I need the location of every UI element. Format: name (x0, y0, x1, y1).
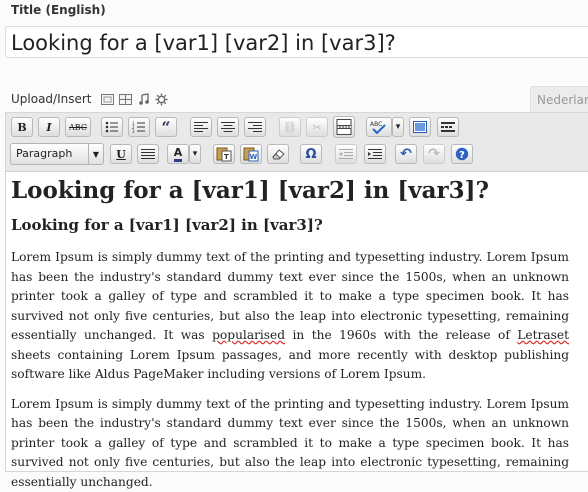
text-color-dropdown[interactable]: ▾ (189, 144, 201, 164)
align-right-button[interactable] (244, 117, 266, 137)
format-select-value: Paragraph (16, 147, 72, 160)
align-left-icon (194, 121, 208, 133)
numbered-list-button[interactable]: 123 (128, 117, 150, 137)
editor-content[interactable]: Looking for a [var1] [var2] in [var3]? L… (11, 174, 569, 492)
title-input[interactable]: Looking for a [var1] [var2] in [var3]? (5, 26, 588, 58)
svg-text:ABC: ABC (370, 121, 382, 128)
justify-button[interactable] (137, 144, 159, 164)
media-buttons: Upload/Insert (11, 91, 172, 107)
paste-word-button[interactable]: W (240, 144, 262, 164)
align-right-icon (248, 121, 262, 133)
kitchen-sink-icon (441, 121, 455, 133)
unlink-icon: ✂ (312, 121, 321, 134)
spellcheck-dropdown[interactable]: ▾ (392, 117, 404, 137)
blockquote-icon: “ (161, 118, 170, 137)
redo-button[interactable]: ↷ (423, 144, 445, 164)
strikethrough-icon: ABC (69, 123, 87, 132)
align-center-icon (221, 121, 235, 133)
misspelled-word[interactable]: Letraset (517, 328, 569, 342)
justify-icon (141, 148, 155, 160)
text-color-icon: A (174, 147, 183, 162)
misspelled-word[interactable]: popularised (212, 328, 285, 342)
bullet-list-icon (105, 121, 119, 133)
strikethrough-button[interactable]: ABC (65, 117, 91, 137)
text-color-button[interactable]: A (167, 144, 189, 164)
video-icon[interactable] (118, 91, 134, 107)
content-paragraph: Lorem Ipsum is simply dummy text of the … (11, 395, 569, 492)
paste-word-icon: W (243, 146, 259, 162)
unlink-button[interactable]: ✂ (306, 117, 328, 137)
bold-button[interactable]: B (11, 117, 33, 137)
content-heading-1: Looking for a [var1] [var2] in [var3]? (11, 174, 569, 208)
help-icon: ? (455, 147, 469, 161)
redo-icon: ↷ (428, 146, 440, 162)
spellcheck-icon: ABC (370, 120, 388, 134)
help-button[interactable]: ? (451, 144, 473, 164)
insert-link-button[interactable]: ⛓ (279, 117, 301, 137)
kitchen-sink-button[interactable] (437, 117, 459, 137)
indent-button[interactable] (364, 144, 386, 164)
special-character-button[interactable]: Ω (300, 144, 322, 164)
link-icon: ⛓ (283, 121, 297, 134)
paste-text-icon: T (216, 146, 232, 162)
outdent-icon (339, 148, 353, 160)
indent-icon (368, 148, 382, 160)
content-heading-2: Looking for a [var1] [var2] in [var3]? (11, 214, 569, 236)
italic-icon: I (46, 121, 51, 134)
underline-button[interactable]: U (110, 144, 132, 164)
paragraph-text: in the 1960s with the release of (285, 328, 517, 342)
undo-button[interactable]: ↶ (395, 144, 417, 164)
svg-text:?: ? (459, 150, 465, 161)
bullet-list-button[interactable] (101, 117, 123, 137)
audio-icon[interactable] (136, 91, 152, 107)
eraser-icon (271, 148, 285, 160)
paragraph-text: sheets containing Lorem Ipsum passages, … (11, 348, 569, 382)
omega-icon: Ω (305, 147, 316, 162)
align-center-button[interactable] (217, 117, 239, 137)
undo-icon: ↶ (400, 146, 412, 162)
tab-language-nederlands[interactable]: Nederlands (530, 86, 588, 112)
svg-text:3: 3 (132, 129, 135, 133)
image-icon[interactable] (100, 91, 116, 107)
bold-icon: B (17, 121, 26, 134)
upload-insert-label: Upload/Insert (11, 92, 92, 106)
title-section-label: Title (English) (11, 3, 106, 17)
content-paragraph: Lorem Ipsum is simply dummy text of the … (11, 248, 569, 385)
chevron-down-icon: ▾ (193, 149, 198, 159)
remove-format-button[interactable] (267, 144, 289, 164)
outdent-button[interactable] (335, 144, 357, 164)
read-more-icon (336, 119, 352, 135)
spellcheck-button[interactable]: ABC (366, 117, 392, 137)
chevron-down-icon: ▾ (396, 122, 401, 132)
fullscreen-button[interactable] (409, 117, 431, 137)
svg-text:T: T (224, 153, 229, 161)
chevron-down-icon: ▼ (88, 144, 103, 164)
numbered-list-icon: 123 (132, 121, 146, 133)
blockquote-button[interactable]: “ (155, 117, 177, 137)
underline-icon: U (116, 148, 126, 161)
format-select[interactable]: Paragraph ▼ (10, 143, 104, 165)
fullscreen-icon (413, 121, 427, 133)
align-left-button[interactable] (190, 117, 212, 137)
italic-button[interactable]: I (38, 117, 60, 137)
media-icon[interactable] (154, 91, 170, 107)
paste-text-button[interactable]: T (213, 144, 235, 164)
svg-text:W: W (250, 153, 258, 161)
insert-more-button[interactable] (333, 116, 355, 138)
